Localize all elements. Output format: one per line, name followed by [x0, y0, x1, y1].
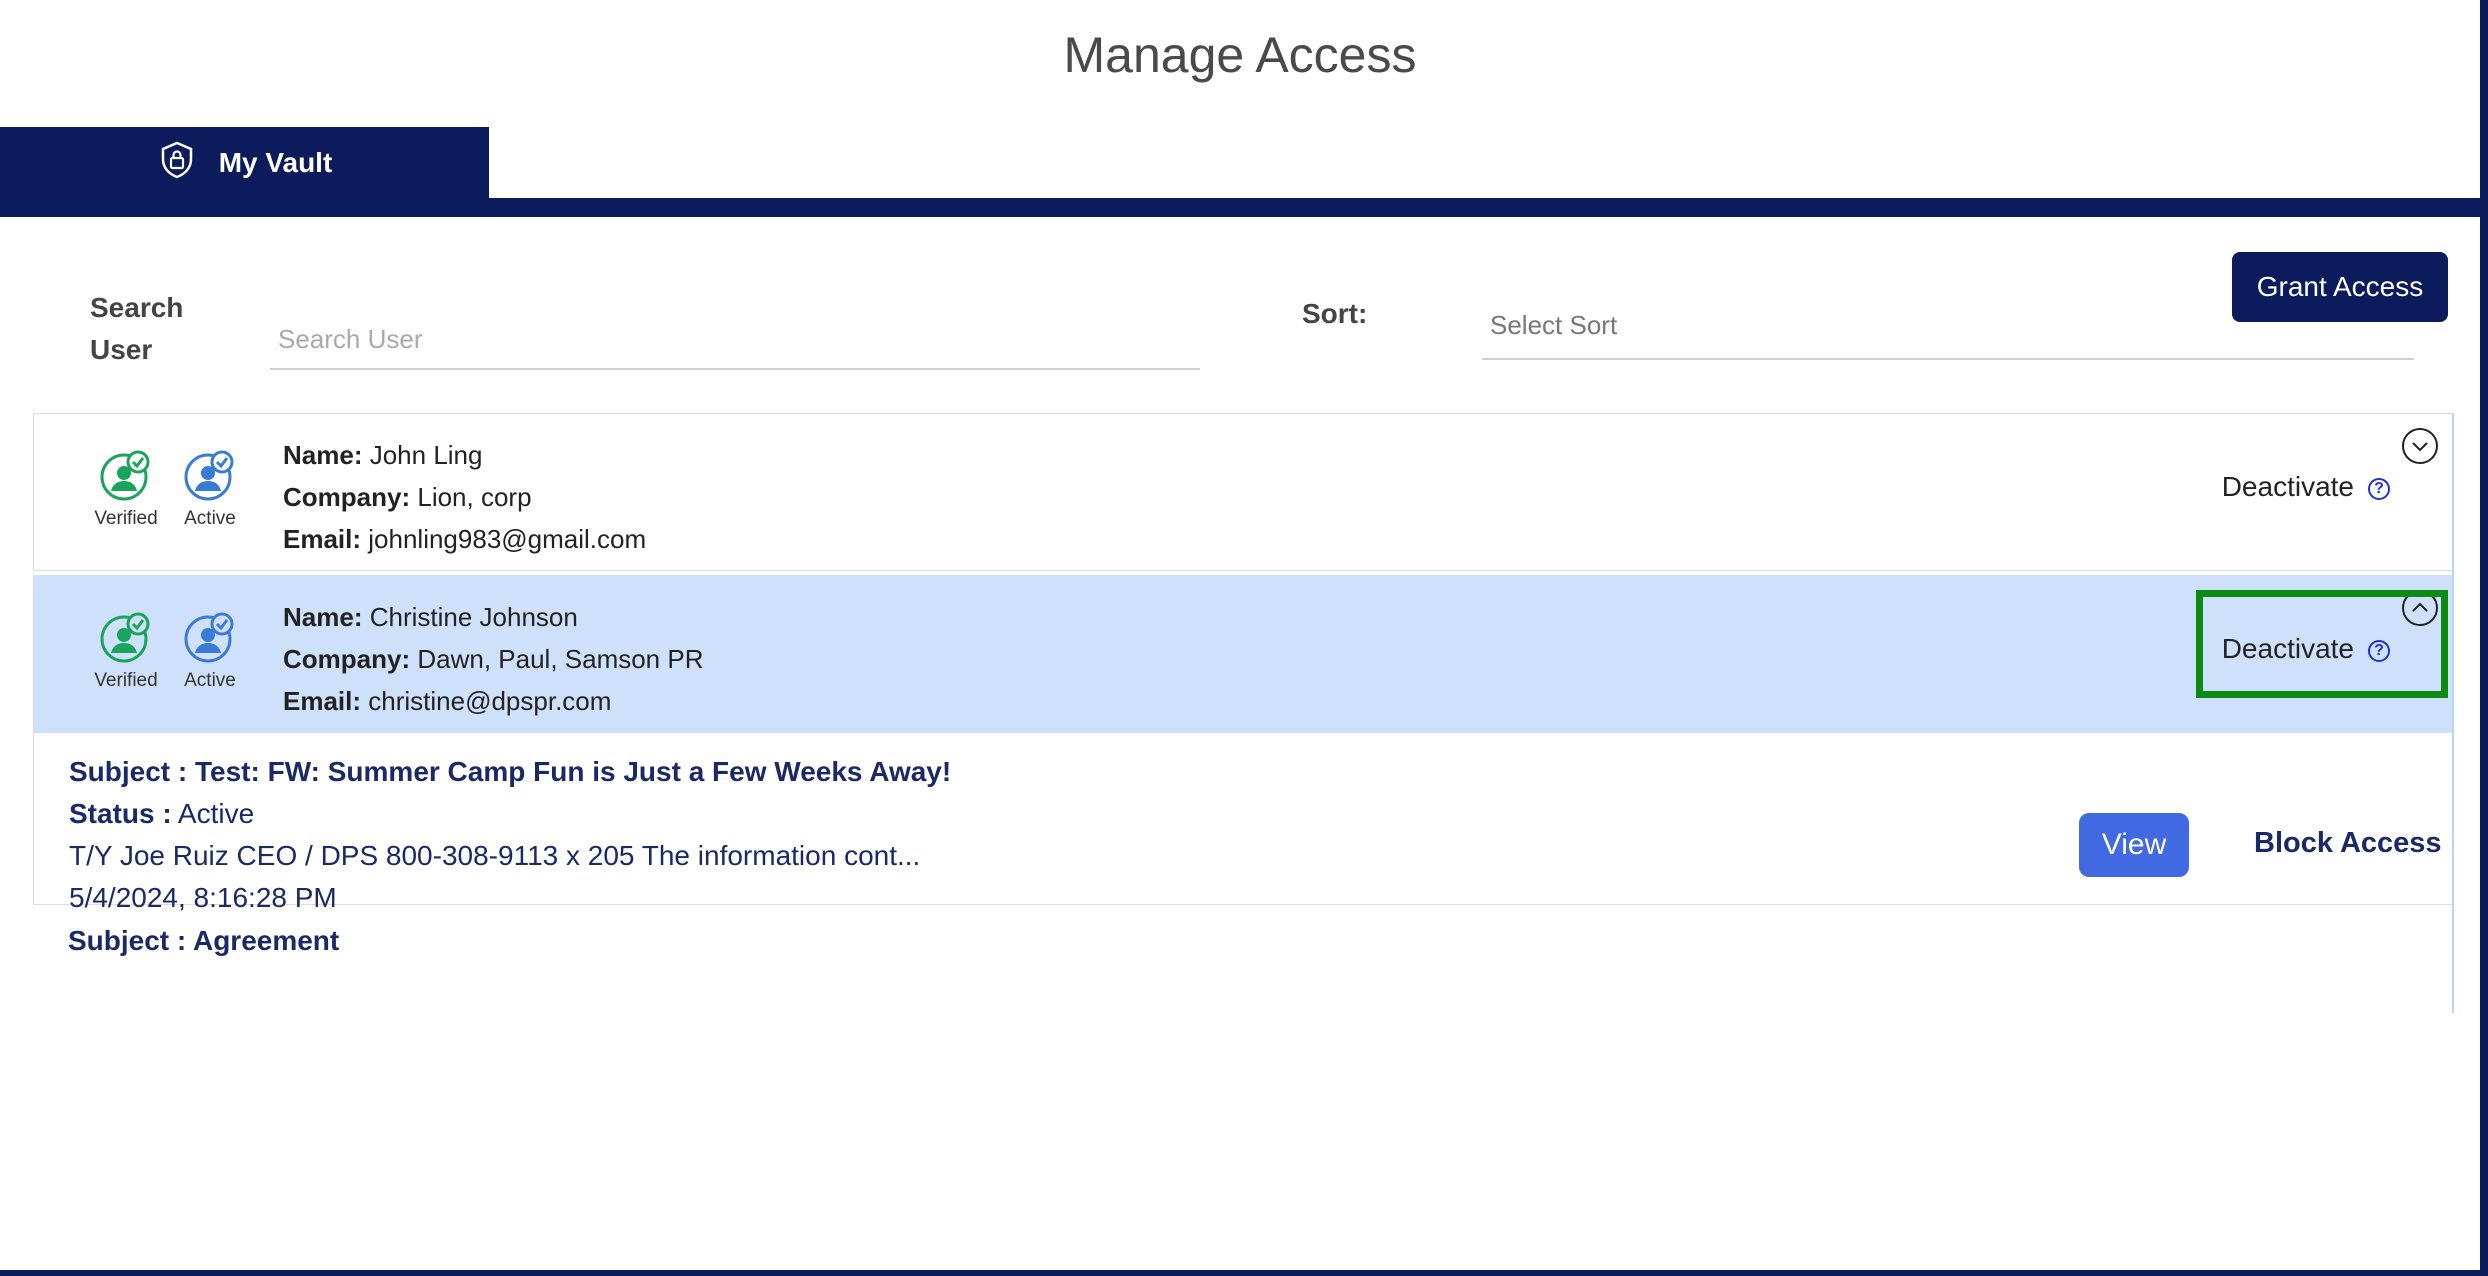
- user-email: johnling983@gmail.com: [368, 524, 647, 554]
- active-badge: Active: [170, 450, 250, 530]
- name-key: Name:: [283, 440, 363, 470]
- help-icon[interactable]: ?: [2368, 640, 2390, 662]
- user-email: christine@dpspr.com: [368, 686, 612, 716]
- active-badge: Active: [170, 612, 250, 692]
- search-input[interactable]: [270, 310, 1200, 370]
- message-details: Subject : Test: FW: Summer Camp Fun is J…: [69, 751, 951, 919]
- active-user-icon: [184, 450, 234, 501]
- verified-badge: Verified: [86, 450, 166, 530]
- company-key: Company:: [283, 644, 411, 674]
- company-line: Company: Dawn, Paul, Samson PR: [283, 638, 704, 680]
- block-access-button[interactable]: Block Access: [2254, 827, 2442, 860]
- next-message-subject: Subject : Agreement: [68, 925, 340, 956]
- verified-badge: Verified: [86, 612, 166, 692]
- name-line: Name: John Ling: [283, 434, 646, 476]
- email-line: Email: johnling983@gmail.com: [283, 518, 646, 560]
- deactivate-label: Deactivate: [2221, 471, 2354, 502]
- message-timestamp: 5/4/2024, 8:16:28 PM: [69, 882, 337, 913]
- expand-chevron-down-icon[interactable]: [2402, 428, 2438, 464]
- tab-my-vault[interactable]: My Vault: [0, 127, 489, 199]
- active-label: Active: [184, 508, 236, 529]
- user-info: Name: John Ling Company: Lion, corp Emai…: [283, 434, 646, 560]
- tab-label: My Vault: [218, 147, 333, 178]
- verified-label: Verified: [94, 508, 158, 529]
- collapse-chevron-up-icon[interactable]: [2402, 590, 2438, 626]
- tab-bar: My Vault: [0, 127, 2480, 217]
- user-row-selected[interactable]: Verified Active Name: Christine Johnson …: [33, 575, 2453, 733]
- company-key: Company:: [283, 482, 411, 512]
- company-line: Company: Lion, corp: [283, 476, 646, 518]
- search-label: Search User: [90, 292, 184, 365]
- list-scroll-rule: [2452, 413, 2454, 1013]
- sort-label: Sort:: [1302, 298, 1368, 329]
- name-line: Name: Christine Johnson: [283, 596, 704, 638]
- verified-user-icon: [100, 612, 150, 663]
- page-title: Manage Access: [1063, 27, 1417, 83]
- message-subject: Subject : Test: FW: Summer Camp Fun is J…: [69, 756, 952, 787]
- user-row[interactable]: Verified Active Name: John Ling Company:…: [33, 413, 2453, 571]
- user-info: Name: Christine Johnson Company: Dawn, P…: [283, 596, 704, 722]
- grant-access-button[interactable]: Grant Access: [2232, 252, 2448, 322]
- message-status-line: Status : Active: [69, 793, 951, 835]
- user-name: Christine Johnson: [369, 602, 578, 632]
- window-right-edge: [2480, 0, 2488, 1276]
- user-access-list: Verified Active Name: John Ling Company:…: [33, 413, 2455, 1013]
- verified-label: Verified: [94, 670, 158, 691]
- user-company: Dawn, Paul, Samson PR: [417, 644, 704, 674]
- deactivate-button[interactable]: Deactivate ?: [2222, 471, 2390, 503]
- email-key: Email:: [283, 686, 362, 716]
- verified-user-icon: [100, 450, 150, 501]
- message-row: Subject : Test: FW: Summer Camp Fun is J…: [33, 733, 2453, 913]
- deactivate-label: Deactivate: [2221, 633, 2354, 664]
- help-icon[interactable]: ?: [2368, 478, 2390, 500]
- page: Manage Access My Vault Search User Sort:…: [0, 0, 2488, 1276]
- message-status: Active: [177, 798, 255, 829]
- status-key: Status :: [69, 798, 172, 829]
- user-company: Lion, corp: [417, 482, 532, 512]
- message-preview: T/Y Joe Ruiz CEO / DPS 800-308-9113 x 20…: [69, 840, 921, 871]
- active-label: Active: [184, 670, 236, 691]
- window-bottom-edge: [0, 1270, 2488, 1276]
- deactivate-button[interactable]: Deactivate ?: [2222, 633, 2390, 665]
- user-name: John Ling: [369, 440, 483, 470]
- email-line: Email: christine@dpspr.com: [283, 680, 704, 722]
- view-button[interactable]: View: [2079, 813, 2189, 877]
- active-user-icon: [184, 612, 234, 663]
- tab-underline: [0, 198, 2480, 217]
- name-key: Name:: [283, 602, 363, 632]
- email-key: Email:: [283, 524, 362, 554]
- shield-lock-icon: [157, 140, 197, 187]
